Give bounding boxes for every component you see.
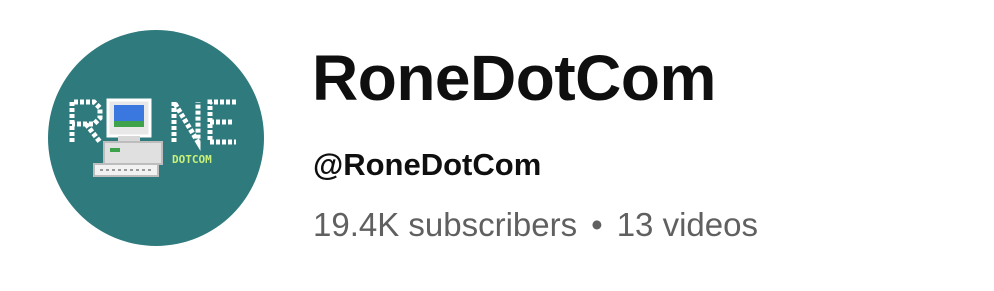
channel-name: RoneDotCom — [312, 42, 716, 114]
channel-avatar[interactable]: DOTCOM — [48, 30, 264, 246]
logo-letter-n — [171, 92, 201, 152]
logo-letter-e — [207, 99, 236, 145]
logo-letter-r — [69, 99, 103, 144]
video-count: 13 videos — [616, 206, 758, 243]
ronedotcom-logo: DOTCOM — [69, 92, 236, 177]
channel-handle: @RoneDotCom — [313, 147, 542, 182]
stats-separator: • — [591, 206, 603, 243]
subscriber-count: 19.4K subscribers — [313, 206, 578, 243]
retro-computer-icon — [93, 98, 163, 177]
channel-stats: 19.4K subscribers • 13 videos — [313, 205, 758, 245]
logo-subtext: DOTCOM — [172, 153, 212, 166]
